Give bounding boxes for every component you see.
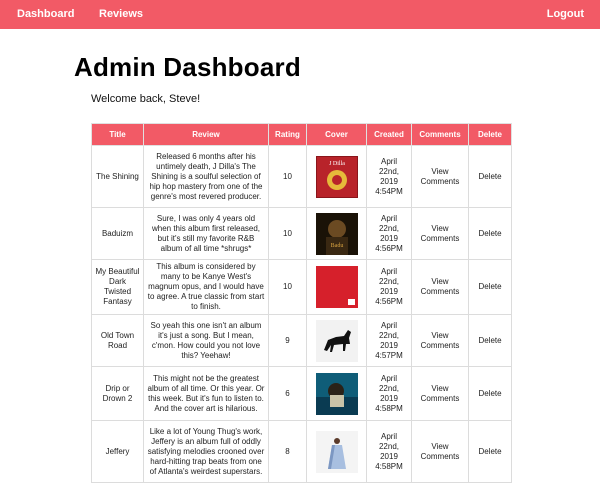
cell-created: April 22nd, 2019 4:56PM	[366, 207, 412, 260]
svg-text:Badu: Badu	[330, 243, 343, 249]
view-comments-link[interactable]: View Comments	[411, 420, 469, 483]
nav-dashboard-link[interactable]: Dashboard	[17, 0, 74, 29]
nav-reviews-link[interactable]: Reviews	[99, 0, 143, 29]
cell-created: April 22nd, 2019 4:58PM	[366, 366, 412, 421]
view-comments-link[interactable]: View Comments	[411, 259, 469, 315]
cell-review: This might not be the greatest album of …	[143, 366, 269, 421]
table-row: Baduizm Sure, I was only 4 years old whe…	[91, 207, 512, 260]
view-comments-link[interactable]: View Comments	[411, 366, 469, 421]
cell-cover: Badu	[306, 207, 367, 260]
cell-review: Sure, I was only 4 years old when this a…	[143, 207, 269, 260]
header-cover: Cover	[306, 123, 367, 146]
cell-title: Old Town Road	[91, 314, 144, 367]
welcome-message: Welcome back, Steve!	[91, 93, 201, 105]
cell-cover: J Dilla	[306, 145, 367, 208]
svg-text:J Dilla: J Dilla	[329, 161, 345, 167]
cell-review: Released 6 months after his untimely dea…	[143, 145, 269, 208]
delete-link[interactable]: Delete	[468, 420, 512, 483]
top-navbar: Dashboard Reviews Logout	[0, 0, 600, 29]
cell-cover	[306, 366, 367, 421]
cell-rating: 9	[268, 314, 307, 367]
header-title: Title	[91, 123, 144, 146]
header-created: Created	[366, 123, 412, 146]
delete-link[interactable]: Delete	[468, 259, 512, 315]
reviews-table: Title Review Rating Cover Created Commen…	[91, 123, 512, 483]
album-cover-the-shining-icon: J Dilla	[315, 155, 358, 198]
delete-link[interactable]: Delete	[468, 207, 512, 260]
cell-created: April 22nd, 2019 4:58PM	[366, 420, 412, 483]
cell-rating: 10	[268, 207, 307, 260]
album-cover-drip-or-drown-2-icon	[315, 372, 358, 415]
table-row: Old Town Road So yeah this one isn't an …	[91, 314, 512, 367]
header-comments: Comments	[411, 123, 469, 146]
cell-created: April 22nd, 2019 4:57PM	[366, 314, 412, 367]
cell-title: Baduizm	[91, 207, 144, 260]
delete-link[interactable]: Delete	[468, 145, 512, 208]
header-delete: Delete	[468, 123, 512, 146]
cell-title: Drip or Drown 2	[91, 366, 144, 421]
cell-review: Like a lot of Young Thug's work, Jeffery…	[143, 420, 269, 483]
cell-rating: 10	[268, 259, 307, 315]
album-cover-jeffery-icon	[315, 430, 358, 473]
cell-rating: 10	[268, 145, 307, 208]
cell-rating: 6	[268, 366, 307, 421]
cell-cover	[306, 259, 367, 315]
view-comments-link[interactable]: View Comments	[411, 314, 469, 367]
header-rating: Rating	[268, 123, 307, 146]
view-comments-link[interactable]: View Comments	[411, 145, 469, 208]
table-row: Jeffery Like a lot of Young Thug's work,…	[91, 420, 512, 483]
table-header-row: Title Review Rating Cover Created Commen…	[91, 123, 512, 146]
cell-cover	[306, 314, 367, 367]
cell-created: April 22nd, 2019 4:54PM	[366, 145, 412, 208]
page-title: Admin Dashboard	[74, 52, 301, 82]
cell-review: So yeah this one isn't an album it's jus…	[143, 314, 269, 367]
cell-title: My Beautiful Dark Twisted Fantasy	[91, 259, 144, 315]
cell-title: The Shining	[91, 145, 144, 208]
cell-title: Jeffery	[91, 420, 144, 483]
delete-link[interactable]: Delete	[468, 366, 512, 421]
view-comments-link[interactable]: View Comments	[411, 207, 469, 260]
album-cover-mbdtf-icon	[315, 266, 358, 308]
cell-created: April 22nd, 2019 4:56PM	[366, 259, 412, 315]
delete-link[interactable]: Delete	[468, 314, 512, 367]
album-cover-baduizm-icon: Badu	[315, 212, 358, 255]
cell-cover	[306, 420, 367, 483]
table-row: Drip or Drown 2 This might not be the gr…	[91, 366, 512, 421]
cell-rating: 8	[268, 420, 307, 483]
table-row: My Beautiful Dark Twisted Fantasy This a…	[91, 259, 512, 315]
nav-logout-link[interactable]: Logout	[547, 0, 584, 29]
cell-review: This album is considered by many to be K…	[143, 259, 269, 315]
header-review: Review	[143, 123, 269, 146]
table-row: The Shining Released 6 months after his …	[91, 145, 512, 208]
album-cover-old-town-road-icon	[315, 319, 358, 362]
